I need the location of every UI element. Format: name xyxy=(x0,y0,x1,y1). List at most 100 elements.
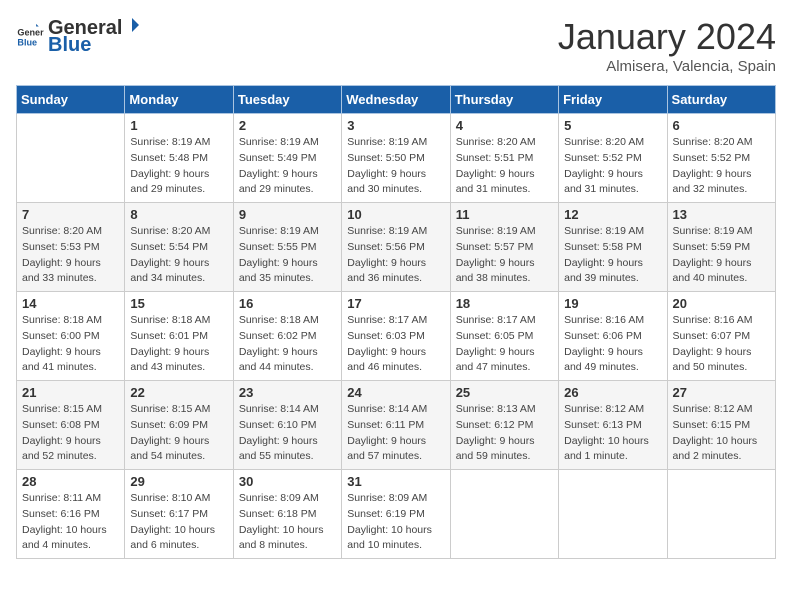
calendar-day-cell: 3 Sunrise: 8:19 AM Sunset: 5:50 PM Dayli… xyxy=(342,114,450,203)
calendar-day-cell: 24 Sunrise: 8:14 AM Sunset: 6:11 PM Dayl… xyxy=(342,381,450,470)
sunrise-time: Sunrise: 8:19 AM xyxy=(239,225,319,237)
sunset-time: Sunset: 6:09 PM xyxy=(130,419,208,431)
sunrise-time: Sunrise: 8:16 AM xyxy=(673,314,753,326)
daylight-hours: Daylight: 9 hours and 32 minutes. xyxy=(673,168,752,196)
day-info: Sunrise: 8:16 AM Sunset: 6:07 PM Dayligh… xyxy=(673,313,770,376)
day-info: Sunrise: 8:20 AM Sunset: 5:53 PM Dayligh… xyxy=(22,224,119,287)
sunset-time: Sunset: 5:58 PM xyxy=(564,241,642,253)
calendar-day-cell: 23 Sunrise: 8:14 AM Sunset: 6:10 PM Dayl… xyxy=(233,381,341,470)
calendar-day-cell xyxy=(667,470,775,559)
header: General Blue General Blue January 2024 A… xyxy=(16,16,776,75)
day-info: Sunrise: 8:14 AM Sunset: 6:11 PM Dayligh… xyxy=(347,402,444,465)
day-info: Sunrise: 8:09 AM Sunset: 6:19 PM Dayligh… xyxy=(347,491,444,554)
calendar-day-cell: 27 Sunrise: 8:12 AM Sunset: 6:15 PM Dayl… xyxy=(667,381,775,470)
calendar-day-cell: 30 Sunrise: 8:09 AM Sunset: 6:18 PM Dayl… xyxy=(233,470,341,559)
sunset-time: Sunset: 6:15 PM xyxy=(673,419,751,431)
daylight-hours: Daylight: 9 hours and 41 minutes. xyxy=(22,346,101,374)
daylight-hours: Daylight: 9 hours and 33 minutes. xyxy=(22,257,101,285)
calendar-table: Sunday Monday Tuesday Wednesday Thursday… xyxy=(16,85,776,559)
sunset-time: Sunset: 5:50 PM xyxy=(347,152,425,164)
day-info: Sunrise: 8:20 AM Sunset: 5:51 PM Dayligh… xyxy=(456,135,553,198)
calendar-day-cell: 29 Sunrise: 8:10 AM Sunset: 6:17 PM Dayl… xyxy=(125,470,233,559)
calendar-day-cell xyxy=(559,470,667,559)
calendar-week-row: 28 Sunrise: 8:11 AM Sunset: 6:16 PM Dayl… xyxy=(17,470,776,559)
sunrise-time: Sunrise: 8:19 AM xyxy=(347,225,427,237)
daylight-hours: Daylight: 9 hours and 39 minutes. xyxy=(564,257,643,285)
day-number: 31 xyxy=(347,474,444,489)
day-number: 7 xyxy=(22,207,119,222)
day-info: Sunrise: 8:18 AM Sunset: 6:02 PM Dayligh… xyxy=(239,313,336,376)
daylight-hours: Daylight: 9 hours and 40 minutes. xyxy=(673,257,752,285)
sunset-time: Sunset: 5:48 PM xyxy=(130,152,208,164)
day-number: 28 xyxy=(22,474,119,489)
day-info: Sunrise: 8:13 AM Sunset: 6:12 PM Dayligh… xyxy=(456,402,553,465)
daylight-hours: Daylight: 10 hours and 6 minutes. xyxy=(130,524,215,552)
day-info: Sunrise: 8:19 AM Sunset: 5:56 PM Dayligh… xyxy=(347,224,444,287)
title-area: January 2024 Almisera, Valencia, Spain xyxy=(558,16,776,75)
daylight-hours: Daylight: 9 hours and 44 minutes. xyxy=(239,346,318,374)
day-number: 20 xyxy=(673,296,770,311)
day-number: 24 xyxy=(347,385,444,400)
daylight-hours: Daylight: 9 hours and 31 minutes. xyxy=(456,168,535,196)
daylight-hours: Daylight: 9 hours and 46 minutes. xyxy=(347,346,426,374)
day-info: Sunrise: 8:19 AM Sunset: 5:50 PM Dayligh… xyxy=(347,135,444,198)
sunrise-time: Sunrise: 8:20 AM xyxy=(130,225,210,237)
sunset-time: Sunset: 6:00 PM xyxy=(22,330,100,342)
day-number: 17 xyxy=(347,296,444,311)
logo-arrow-icon xyxy=(123,16,141,34)
calendar-day-cell: 2 Sunrise: 8:19 AM Sunset: 5:49 PM Dayli… xyxy=(233,114,341,203)
daylight-hours: Daylight: 9 hours and 59 minutes. xyxy=(456,435,535,463)
calendar-day-cell: 10 Sunrise: 8:19 AM Sunset: 5:56 PM Dayl… xyxy=(342,203,450,292)
day-info: Sunrise: 8:18 AM Sunset: 6:01 PM Dayligh… xyxy=(130,313,227,376)
day-info: Sunrise: 8:11 AM Sunset: 6:16 PM Dayligh… xyxy=(22,491,119,554)
sunset-time: Sunset: 5:49 PM xyxy=(239,152,317,164)
day-info: Sunrise: 8:17 AM Sunset: 6:03 PM Dayligh… xyxy=(347,313,444,376)
sunrise-time: Sunrise: 8:18 AM xyxy=(22,314,102,326)
sunset-time: Sunset: 5:52 PM xyxy=(564,152,642,164)
day-info: Sunrise: 8:19 AM Sunset: 5:48 PM Dayligh… xyxy=(130,135,227,198)
calendar-header: Sunday Monday Tuesday Wednesday Thursday… xyxy=(17,86,776,114)
daylight-hours: Daylight: 9 hours and 29 minutes. xyxy=(239,168,318,196)
col-tuesday: Tuesday xyxy=(233,86,341,114)
day-number: 4 xyxy=(456,118,553,133)
day-number: 21 xyxy=(22,385,119,400)
sunset-time: Sunset: 6:18 PM xyxy=(239,508,317,520)
sunrise-time: Sunrise: 8:12 AM xyxy=(673,403,753,415)
sunrise-time: Sunrise: 8:19 AM xyxy=(130,136,210,148)
sunrise-time: Sunrise: 8:09 AM xyxy=(239,492,319,504)
calendar-day-cell: 11 Sunrise: 8:19 AM Sunset: 5:57 PM Dayl… xyxy=(450,203,558,292)
sunset-time: Sunset: 6:07 PM xyxy=(673,330,751,342)
sunrise-time: Sunrise: 8:20 AM xyxy=(673,136,753,148)
day-info: Sunrise: 8:19 AM Sunset: 5:58 PM Dayligh… xyxy=(564,224,661,287)
day-number: 8 xyxy=(130,207,227,222)
calendar-day-cell: 8 Sunrise: 8:20 AM Sunset: 5:54 PM Dayli… xyxy=(125,203,233,292)
daylight-hours: Daylight: 9 hours and 43 minutes. xyxy=(130,346,209,374)
day-info: Sunrise: 8:12 AM Sunset: 6:15 PM Dayligh… xyxy=(673,402,770,465)
sunrise-time: Sunrise: 8:17 AM xyxy=(347,314,427,326)
sunrise-time: Sunrise: 8:12 AM xyxy=(564,403,644,415)
calendar-day-cell: 13 Sunrise: 8:19 AM Sunset: 5:59 PM Dayl… xyxy=(667,203,775,292)
calendar-day-cell: 6 Sunrise: 8:20 AM Sunset: 5:52 PM Dayli… xyxy=(667,114,775,203)
sunrise-time: Sunrise: 8:19 AM xyxy=(347,136,427,148)
calendar-day-cell: 28 Sunrise: 8:11 AM Sunset: 6:16 PM Dayl… xyxy=(17,470,125,559)
day-info: Sunrise: 8:20 AM Sunset: 5:52 PM Dayligh… xyxy=(673,135,770,198)
day-number: 18 xyxy=(456,296,553,311)
sunrise-time: Sunrise: 8:19 AM xyxy=(564,225,644,237)
calendar-day-cell xyxy=(450,470,558,559)
day-info: Sunrise: 8:19 AM Sunset: 5:57 PM Dayligh… xyxy=(456,224,553,287)
sunrise-time: Sunrise: 8:20 AM xyxy=(22,225,102,237)
sunset-time: Sunset: 6:19 PM xyxy=(347,508,425,520)
day-info: Sunrise: 8:19 AM Sunset: 5:59 PM Dayligh… xyxy=(673,224,770,287)
sunset-time: Sunset: 6:02 PM xyxy=(239,330,317,342)
day-info: Sunrise: 8:17 AM Sunset: 6:05 PM Dayligh… xyxy=(456,313,553,376)
day-info: Sunrise: 8:10 AM Sunset: 6:17 PM Dayligh… xyxy=(130,491,227,554)
day-number: 9 xyxy=(239,207,336,222)
daylight-hours: Daylight: 10 hours and 10 minutes. xyxy=(347,524,432,552)
day-number: 23 xyxy=(239,385,336,400)
calendar-week-row: 14 Sunrise: 8:18 AM Sunset: 6:00 PM Dayl… xyxy=(17,292,776,381)
day-number: 3 xyxy=(347,118,444,133)
day-info: Sunrise: 8:15 AM Sunset: 6:08 PM Dayligh… xyxy=(22,402,119,465)
day-number: 30 xyxy=(239,474,336,489)
sunset-time: Sunset: 5:57 PM xyxy=(456,241,534,253)
day-info: Sunrise: 8:20 AM Sunset: 5:52 PM Dayligh… xyxy=(564,135,661,198)
